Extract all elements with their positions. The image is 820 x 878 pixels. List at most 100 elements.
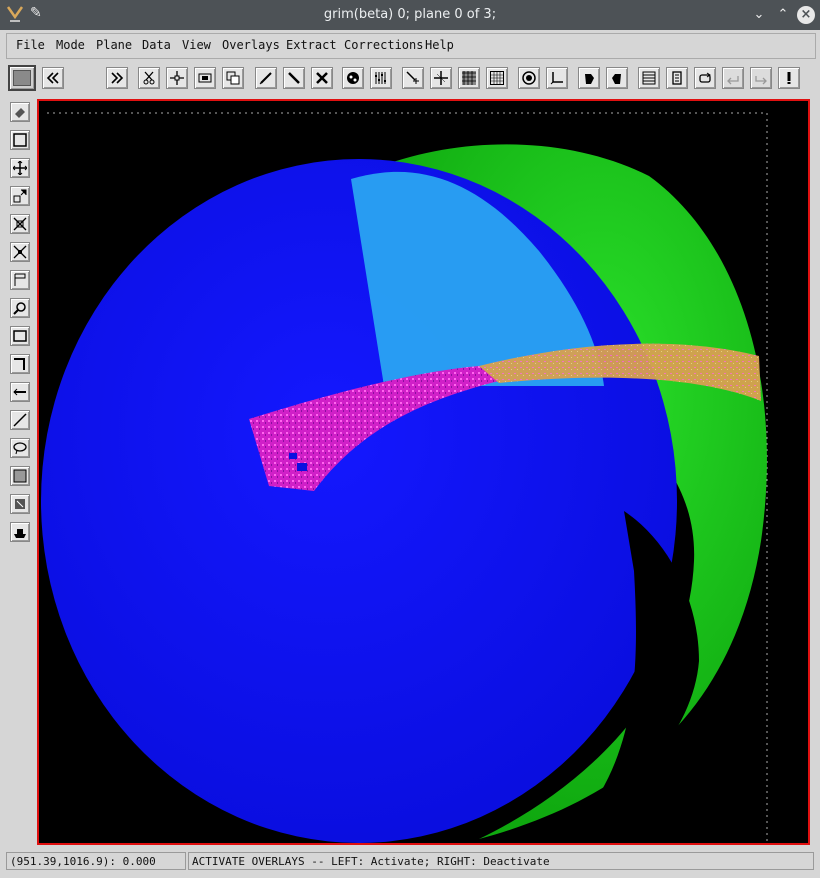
line-icon [288, 72, 300, 84]
next-plane-icon [111, 72, 124, 84]
axes-button[interactable] [546, 67, 568, 89]
sliders-button[interactable] [370, 67, 392, 89]
move-icon [13, 161, 27, 175]
toolbar [0, 64, 820, 153]
menu-corrections[interactable]: Corrections [344, 38, 423, 52]
ship-icon [14, 529, 26, 538]
dither-button[interactable] [458, 67, 480, 89]
pointer-icon [13, 388, 26, 396]
eraser-icon [15, 108, 25, 118]
redo-button[interactable] [750, 67, 772, 89]
menu-view[interactable]: View [182, 38, 211, 52]
scissors-icon [143, 71, 155, 85]
chevron-down-icon[interactable]: ⌄ [750, 6, 768, 24]
x-mark-icon [316, 72, 328, 84]
image-canvas[interactable] [37, 99, 810, 845]
previous-plane-button[interactable] [42, 67, 64, 89]
crosshair-icon [170, 71, 184, 85]
palette-button[interactable] [342, 67, 364, 89]
magnify-in-icon [13, 245, 27, 259]
coordinate-readout: (951.39,1016.9): 0.000 [6, 852, 186, 870]
grid-cross-button[interactable] [430, 67, 452, 89]
menu-overlays[interactable]: Overlays [222, 38, 280, 52]
stamp-icon [15, 499, 25, 509]
flag-icon [14, 273, 26, 286]
eraser-button[interactable] [10, 102, 30, 122]
lasso-button[interactable] [10, 438, 30, 458]
palette-icon [347, 72, 359, 84]
hand-left-button[interactable] [578, 67, 600, 89]
menu-data[interactable]: Data [142, 38, 171, 52]
planet-image [41, 112, 768, 843]
menu-bar: File Mode Plane Data View Overlays Extra… [6, 33, 816, 59]
magnify-out-icon [13, 217, 27, 231]
search-button[interactable] [10, 298, 30, 318]
window-titlebar: ✎ grim(beta) 0; plane 0 of 3; ⌄ ⌃ × [0, 0, 820, 30]
status-message: ACTIVATE OVERLAYS -- LEFT: Activate; RIG… [188, 852, 814, 870]
add-point-button[interactable] [402, 67, 424, 89]
copy-button[interactable] [222, 67, 244, 89]
menu-file[interactable]: File [16, 38, 45, 52]
dither-icon [462, 71, 476, 85]
stamp-button[interactable] [10, 494, 30, 514]
diagonal-line-button[interactable] [10, 410, 30, 430]
gap-mark [289, 453, 297, 459]
menu-plane[interactable]: Plane [96, 38, 132, 52]
zoom-box-button[interactable] [194, 67, 216, 89]
corner-icon [14, 358, 25, 370]
select-box-button[interactable] [10, 130, 30, 150]
menu-help[interactable]: Help [425, 38, 454, 52]
select-box-icon [13, 133, 27, 147]
menu-mode[interactable]: Mode [56, 38, 85, 52]
current-color-swatch[interactable] [8, 65, 36, 91]
zoom-in-button[interactable] [10, 186, 30, 206]
next-plane-button[interactable] [106, 67, 128, 89]
left-toolbar [8, 100, 32, 550]
copy-icon [226, 71, 240, 85]
document-icon [672, 71, 682, 85]
window-title: grim(beta) 0; plane 0 of 3; [323, 7, 497, 22]
document-button[interactable] [666, 67, 688, 89]
ship-button[interactable] [10, 522, 30, 542]
flag-button[interactable] [10, 270, 30, 290]
alert-button[interactable] [778, 67, 800, 89]
blue-sphere [41, 159, 677, 843]
pen-button[interactable] [255, 67, 277, 89]
table-icon [642, 71, 656, 85]
fill-box-button[interactable] [10, 466, 30, 486]
sliders-icon [375, 72, 386, 84]
target-icon [522, 71, 536, 85]
crosshair-button[interactable] [166, 67, 188, 89]
pointer-button[interactable] [10, 382, 30, 402]
loop-button[interactable] [694, 67, 716, 89]
magnify-in-button[interactable] [10, 242, 30, 262]
search-icon [13, 302, 26, 315]
menu-extract[interactable]: Extract [286, 38, 337, 52]
point-add-icon [406, 71, 419, 84]
cut-button[interactable] [138, 67, 160, 89]
close-icon[interactable]: × [797, 6, 815, 24]
undo-button[interactable] [722, 67, 744, 89]
table-button[interactable] [638, 67, 660, 89]
gap-mark [297, 463, 307, 471]
chevron-up-icon[interactable]: ⌃ [774, 6, 792, 24]
status-bar: (951.39,1016.9): 0.000 ACTIVATE OVERLAYS… [6, 852, 814, 870]
zoom-in-icon [13, 189, 27, 203]
hand-right-button[interactable] [606, 67, 628, 89]
loop-icon [699, 72, 711, 83]
grid-cross-icon [434, 71, 448, 85]
undo-icon [727, 76, 739, 85]
magnify-out-button[interactable] [10, 214, 30, 234]
line-button[interactable] [283, 67, 305, 89]
zoom-box-icon [198, 73, 212, 83]
delete-button[interactable] [311, 67, 333, 89]
grid-dots-button[interactable] [486, 67, 508, 89]
axes-icon [550, 72, 563, 85]
alert-icon [787, 72, 791, 84]
move-button[interactable] [10, 158, 30, 178]
rectangle-button[interactable] [10, 326, 30, 346]
pen-icon [259, 72, 272, 85]
target-button[interactable] [518, 67, 540, 89]
rectangle-icon [13, 330, 27, 342]
corner-button[interactable] [10, 354, 30, 374]
